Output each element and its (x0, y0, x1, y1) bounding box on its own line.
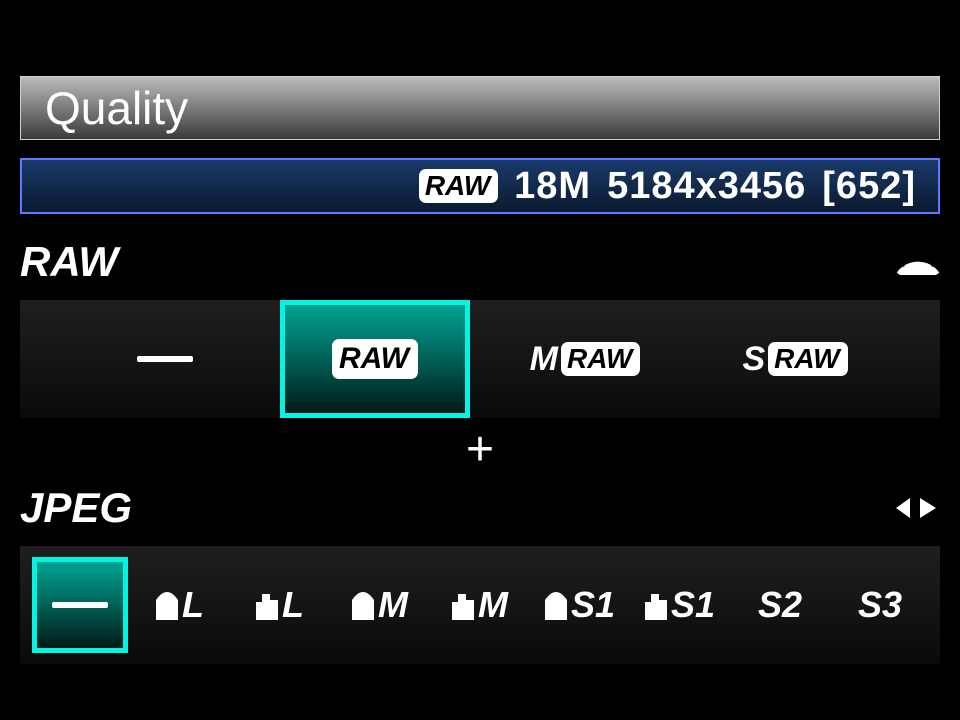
raw-option-mraw[interactable]: M RAW (490, 300, 680, 418)
jpeg-option-none[interactable] (32, 557, 128, 653)
dash-icon (52, 602, 108, 608)
current-quality-info: RAW 18M 5184x3456 [652] (20, 158, 940, 214)
normal-quality-icon (256, 590, 278, 620)
page-title: Quality (20, 76, 940, 140)
size-label: L (182, 584, 204, 626)
fine-quality-icon (352, 590, 374, 620)
jpeg-section-label: JPEG (20, 484, 132, 532)
prefix-s: S (742, 340, 764, 379)
jpeg-option-l-fine[interactable]: L (132, 557, 228, 653)
megapixels: 18M (514, 165, 591, 208)
plus-separator: + (20, 426, 940, 474)
prefix-m: M (530, 340, 557, 379)
size-label: S1 (571, 584, 615, 626)
raw-section-header: RAW (20, 238, 940, 286)
raw-badge: RAW (768, 342, 847, 376)
raw-option-none[interactable] (70, 300, 260, 418)
fine-quality-icon (156, 590, 178, 620)
shots-remaining: [652] (822, 165, 916, 208)
image-dimensions: 5184x3456 (607, 165, 806, 208)
jpeg-option-m-fine[interactable]: M (332, 557, 428, 653)
fine-quality-icon (545, 590, 567, 620)
raw-option-raw[interactable]: RAW (280, 300, 470, 418)
normal-quality-icon (645, 590, 667, 620)
size-label: L (282, 584, 304, 626)
size-label: M (478, 584, 508, 626)
jpeg-option-s1-fine[interactable]: S1 (532, 557, 628, 653)
jpeg-option-s2[interactable]: S2 (732, 557, 828, 653)
title-text: Quality (45, 81, 188, 135)
jpeg-options-row: L L M M S1 (20, 546, 940, 664)
raw-badge: RAW (561, 342, 640, 376)
jpeg-option-l-normal[interactable]: L (232, 557, 328, 653)
jpeg-option-s3[interactable]: S3 (832, 557, 928, 653)
raw-badge: RAW (419, 169, 498, 203)
raw-badge: RAW (332, 339, 418, 379)
size-label: M (378, 584, 408, 626)
dash-icon (137, 356, 193, 362)
jpeg-option-s1-normal[interactable]: S1 (632, 557, 728, 653)
camera-quality-menu: Quality RAW 18M 5184x3456 [652] RAW (0, 0, 960, 720)
main-dial-icon (896, 249, 940, 275)
normal-quality-icon (452, 590, 474, 620)
jpeg-option-m-normal[interactable]: M (432, 557, 528, 653)
raw-options-row: RAW M RAW S RAW (20, 300, 940, 418)
left-right-arrows-icon (894, 493, 940, 523)
raw-option-sraw[interactable]: S RAW (700, 300, 890, 418)
size-label: S2 (758, 584, 802, 626)
raw-section-label: RAW (20, 238, 118, 286)
size-label: S1 (671, 584, 715, 626)
jpeg-section-header: JPEG (20, 484, 940, 532)
size-label: S3 (858, 584, 902, 626)
